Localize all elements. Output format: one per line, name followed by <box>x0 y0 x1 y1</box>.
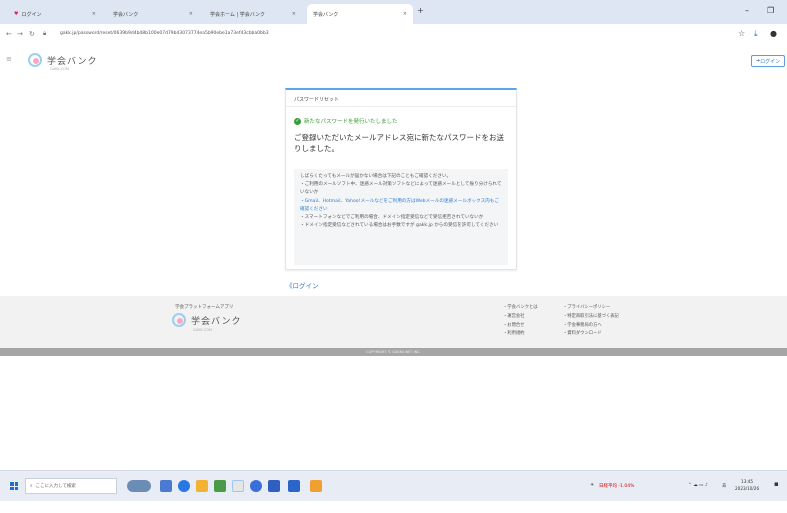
store-icon[interactable] <box>214 480 226 492</box>
logo-mark-icon <box>172 313 186 327</box>
back-arrow-icon[interactable]: ← <box>6 30 12 38</box>
tab-label: 学会バンク <box>313 11 339 18</box>
stock-ticker[interactable]: 日経平均 -1.04% <box>599 483 634 489</box>
chrome-icon[interactable] <box>250 480 262 492</box>
note-line: ・Gmail、Hotmail、Yahoo!メールなどをご利用の方はWebメールの… <box>300 198 499 212</box>
note-line: ・ドメイン指定受信などされている場合はお手数ですが gakk.jp からの受信を… <box>300 223 499 229</box>
lock-icon[interactable]: 🔒︎ <box>43 30 46 38</box>
search-placeholder: ここに入力して検索 <box>35 484 76 489</box>
copyright-bar: COPYRIGHT © GAKKO.NET INC. <box>0 348 787 356</box>
forward-arrow-icon[interactable]: → <box>17 30 23 38</box>
star-icon[interactable]: ☆ <box>738 29 745 38</box>
chrome-active-icon[interactable] <box>232 480 244 492</box>
footer-links-col1: ・学会バンクとは ・運営会社 ・お問合せ ・利用規約 <box>503 304 538 339</box>
footer-link[interactable]: ・運営会社 <box>503 313 538 322</box>
footer-link[interactable]: ・学会事務局の方へ <box>563 322 619 331</box>
tab-label: ログイン <box>21 11 42 18</box>
reload-icon[interactable]: ↻ <box>29 30 35 38</box>
edge-icon[interactable] <box>178 480 190 492</box>
divider <box>286 106 516 107</box>
help-note: しばらくたってもメールが届かない場合は下記のこともご確認ください。 ・ご利用のメ… <box>294 169 508 265</box>
footer-links-col2: ・プライバシーポリシー ・特定商取引法に基づく表記 ・学会事務局の方へ ・資料ダ… <box>563 304 619 339</box>
close-icon[interactable]: × <box>292 11 296 17</box>
note-line: しばらくたってもメールが届かない場合は下記のこともご確認ください。 <box>300 174 452 179</box>
browser-tab-bar: ♥ ログイン × 学会バンク × 学会ホーム | 学会バンク × 学会バンク ×… <box>0 0 787 24</box>
app-icon[interactable] <box>268 480 280 492</box>
tab-gakkai-bank-active[interactable]: 学会バンク × <box>307 4 413 24</box>
tray-icons[interactable]: ⌃ ☁ ▭ ♪ <box>688 483 708 488</box>
login-button-label: ログイン <box>760 58 781 65</box>
screenshot: ♥ ログイン × 学会バンク × 学会ホーム | 学会バンク × 学会バンク ×… <box>0 0 787 513</box>
footer-link[interactable]: ・プライバシーポリシー <box>563 304 619 313</box>
footer-link[interactable]: ・特定商取引法に基づく表記 <box>563 313 619 322</box>
back-to-login-link[interactable]: 《ログイン <box>286 280 319 290</box>
hamburger-icon[interactable]: ≡ <box>6 55 12 63</box>
login-button[interactable]: ➔ ログイン <box>751 55 785 67</box>
close-icon[interactable]: × <box>403 11 407 17</box>
main-message: ご登録いただいたメールアドレス宛に新たなパスワードをお送りしました。 <box>294 133 504 153</box>
minimize-button[interactable]: – <box>745 6 749 15</box>
windows-start-icon[interactable] <box>10 482 18 490</box>
clock-date: 2023/10/26 <box>735 486 760 491</box>
footer-logo[interactable]: 学会バンク <box>172 313 241 327</box>
app-icon[interactable] <box>310 480 322 492</box>
logo-subtext: GAKK.COM <box>50 67 70 71</box>
taskbar-search[interactable]: ⌕ ここに入力して検索 <box>25 478 117 494</box>
app-icon[interactable] <box>288 480 300 492</box>
close-icon[interactable]: × <box>189 11 193 17</box>
success-alert: ✓ 新たなパスワードを発行いたしました <box>294 117 398 125</box>
password-reset-card: パスワードリセット ✓ 新たなパスワードを発行いたしました ご登録いただいたメー… <box>285 88 517 270</box>
footer-logo-subtext: GAKK.COM <box>193 328 213 332</box>
logo-text: 学会バンク <box>47 56 98 67</box>
tab-login[interactable]: ♥ ログイン × <box>8 4 102 24</box>
restore-button[interactable]: ❐ <box>767 6 774 15</box>
tab-label: 学会バンク <box>113 11 139 18</box>
ime-indicator[interactable]: あ <box>722 483 727 489</box>
note-line: ・ご利用のメールソフト中、迷惑メール対策ソフトなどによって迷惑メールとして振り分… <box>300 182 502 196</box>
heart-icon: ♥ <box>14 11 19 17</box>
site-footer: 学会プラットフォームアプリ 学会バンク GAKK.COM ・学会バンクとは ・運… <box>0 296 787 348</box>
logo-mark-icon <box>28 53 42 67</box>
site-logo[interactable]: 学会バンク <box>28 53 97 67</box>
download-icon[interactable]: ⤓ <box>754 29 758 39</box>
tab-gakkai-bank[interactable]: 学会バンク × <box>107 4 199 24</box>
clock-time: 13:45 <box>741 479 754 484</box>
site-header: ≡ 学会バンク GAKK.COM <box>0 46 787 76</box>
card-title: パスワードリセット <box>294 97 340 103</box>
widgets-icon[interactable] <box>127 480 151 492</box>
new-tab-button[interactable]: + <box>417 6 424 15</box>
task-view-icon[interactable] <box>160 480 172 492</box>
success-message: 新たなパスワードを発行いたしました <box>304 119 398 125</box>
url-field[interactable]: gakk.jp/password/reset/0639b9d4b48b100e0… <box>60 31 269 36</box>
close-icon[interactable]: × <box>92 11 96 17</box>
weather-icon[interactable]: ☀ <box>590 483 594 488</box>
tab-label: 学会ホーム | 学会バンク <box>210 11 265 18</box>
notification-icon[interactable]: ▪ <box>774 480 779 488</box>
search-icon: ⌕ <box>30 484 33 489</box>
tab-gakkai-home[interactable]: 学会ホーム | 学会バンク × <box>204 4 302 24</box>
footer-logo-text: 学会バンク <box>191 316 242 327</box>
footer-link[interactable]: ・資料ダウンロード <box>563 330 619 339</box>
check-circle-icon: ✓ <box>294 117 301 125</box>
note-line: ・スマートフォンなどでご利用の場合、ドメイン指定受信などで受信拒否されていないか <box>300 215 484 221</box>
file-explorer-icon[interactable] <box>196 480 208 492</box>
profile-icon[interactable]: ● <box>770 29 777 38</box>
footer-platform-label: 学会プラットフォームアプリ <box>175 305 234 310</box>
footer-link[interactable]: ・お問合せ <box>503 322 538 331</box>
clock[interactable]: 13:45 2023/10/26 <box>735 478 759 492</box>
footer-link[interactable]: ・学会バンクとは <box>503 304 538 313</box>
windows-taskbar: ⌕ ここに入力して検索 ☀ 日経平均 -1.04% ⌃ ☁ ▭ ♪ あ 13:4… <box>0 470 787 501</box>
footer-link[interactable]: ・利用規約 <box>503 330 538 339</box>
address-bar: ← → ↻ 🔒︎ gakk.jp/password/reset/0639b9d4… <box>0 24 787 47</box>
